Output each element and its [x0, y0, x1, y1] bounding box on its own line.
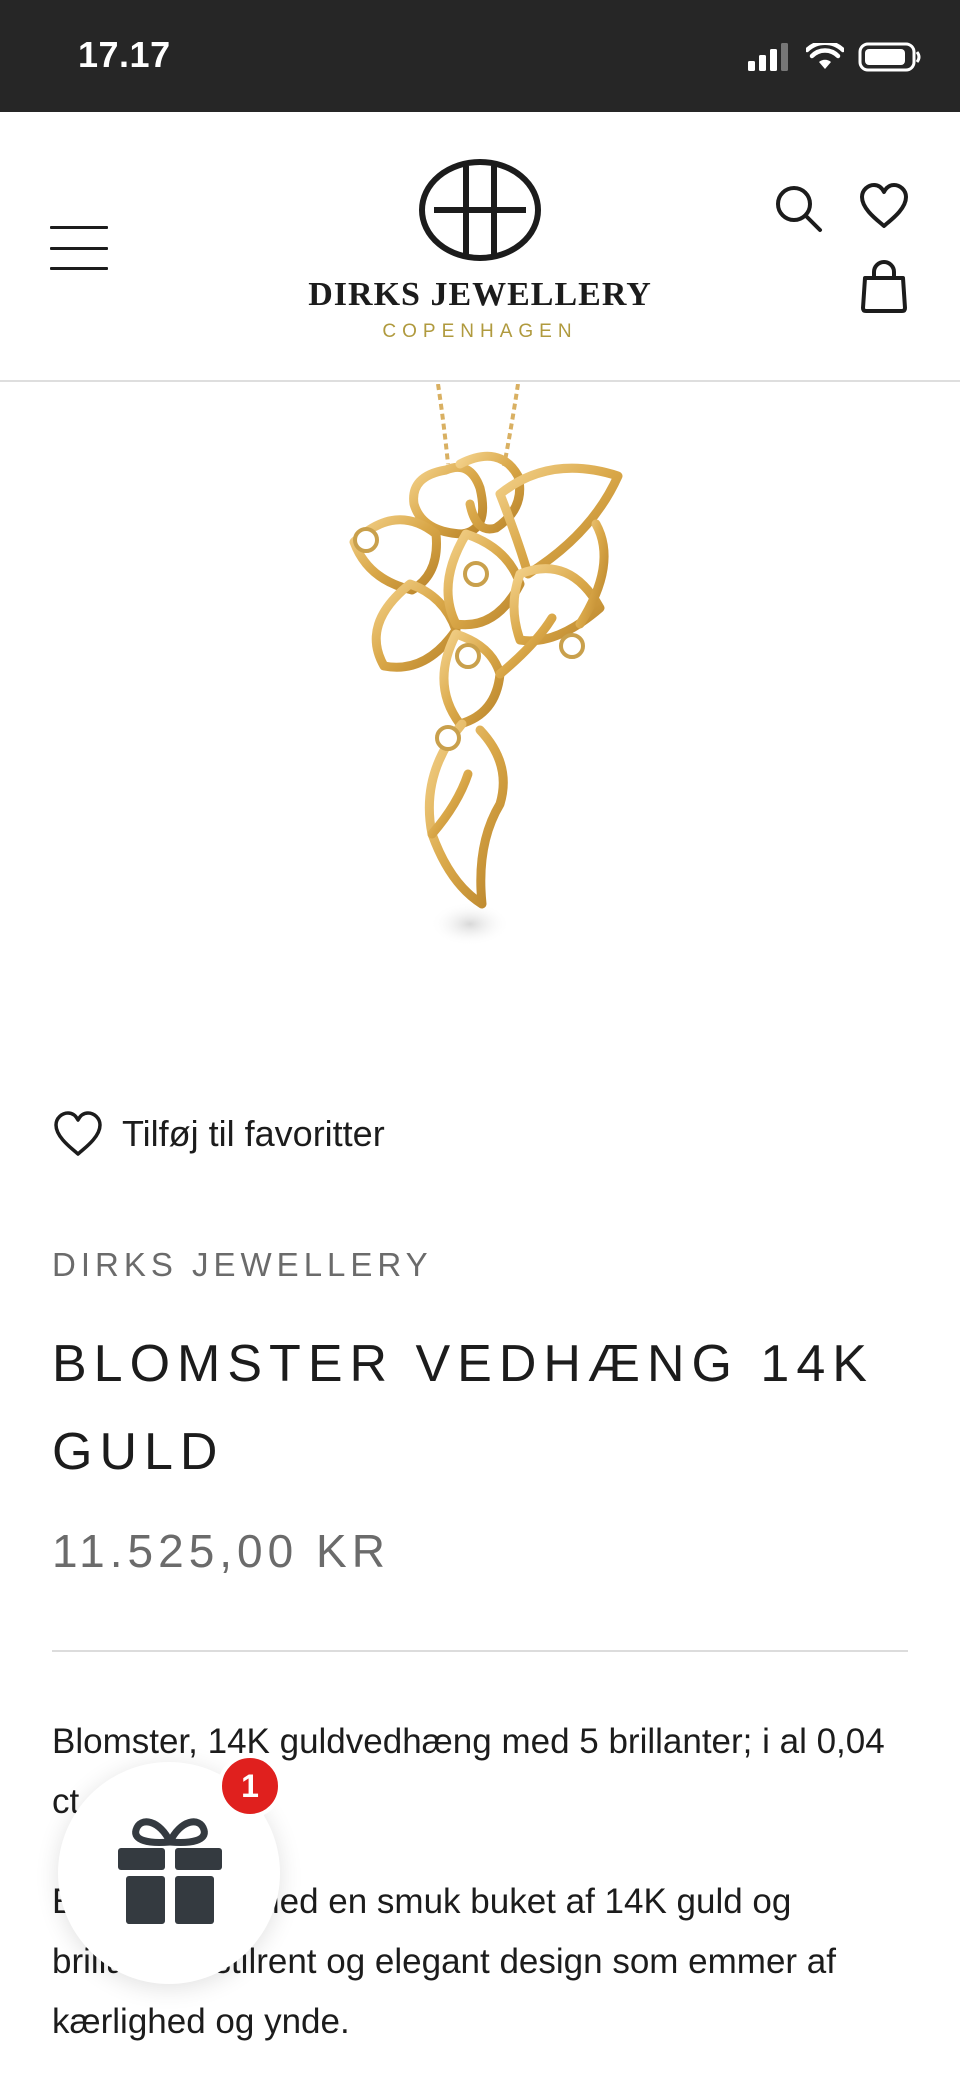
divider [52, 1650, 908, 1652]
product-title: BLOMSTER VEDHÆNG 14K GULD [52, 1335, 874, 1481]
site-header: DIRKS JEWELLERY COPENHAGEN [0, 112, 960, 382]
gift-icon [118, 1818, 222, 1924]
status-icons [748, 42, 922, 72]
heart-icon [54, 1111, 102, 1156]
logo-mark-icon [419, 159, 541, 261]
product-image[interactable] [200, 384, 760, 984]
gift-widget-button[interactable]: 1 [58, 1754, 282, 1984]
brand-logo[interactable]: DIRKS JEWELLERY COPENHAGEN [300, 158, 660, 348]
battery-icon [858, 42, 921, 72]
logo-brand-location: COPENHAGEN [382, 321, 578, 342]
menu-icon-line [50, 246, 108, 250]
status-time: 17.17 [78, 34, 171, 75]
signal-icon [748, 43, 788, 71]
wishlist-heart-icon[interactable] [858, 182, 910, 230]
wifi-icon [806, 43, 844, 69]
product-vendor[interactable]: DIRKS JEWELLERY [52, 1246, 433, 1284]
product-price: 11.525,00 KR [52, 1525, 390, 1577]
add-to-favorites-label: Tilføj til favoritter [122, 1113, 385, 1154]
menu-button[interactable] [50, 226, 108, 270]
status-bar: 17.17 [0, 0, 960, 112]
bag-icon[interactable] [858, 258, 910, 314]
logo-brand-name: DIRKS JEWELLERY [308, 276, 652, 313]
search-icon[interactable] [772, 182, 824, 234]
menu-icon-line [50, 267, 108, 270]
add-to-favorites-button[interactable]: Tilføj til favoritter [52, 1110, 385, 1158]
notification-badge: 1 [218, 1754, 282, 1818]
menu-icon-line [50, 226, 108, 229]
